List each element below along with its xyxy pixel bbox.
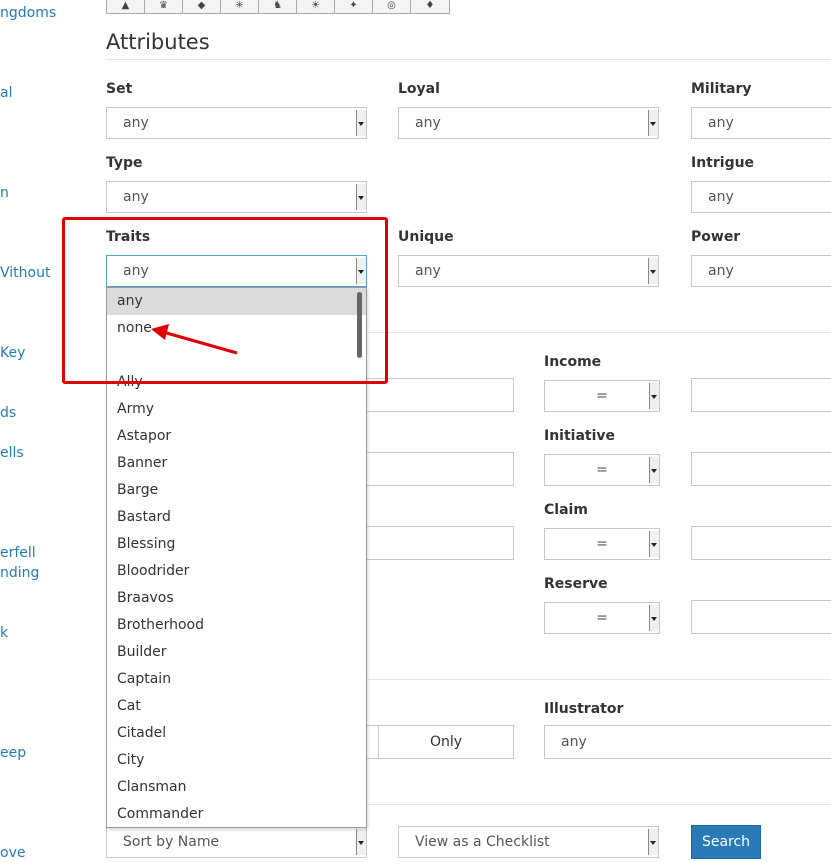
sidebar-link[interactable]: nding [0, 565, 39, 581]
military-label: Military [691, 81, 752, 97]
intrigue-value: any [708, 189, 734, 205]
set-label: Set [106, 81, 133, 97]
initiative-label: Initiative [544, 428, 616, 444]
intrigue-label: Intrigue [691, 155, 755, 171]
chevron-down-icon [649, 605, 659, 631]
chevron-down-icon [648, 258, 658, 284]
reserve-operator[interactable]: = [544, 602, 660, 634]
initiative-operator[interactable]: = [544, 454, 660, 486]
sidebar-link[interactable]: eep [0, 745, 26, 761]
military-value: any [708, 115, 734, 131]
traits-option[interactable]: Commander [107, 801, 366, 827]
chevron-down-icon [648, 829, 658, 855]
power-value: any [708, 263, 734, 279]
unique-value: any [415, 263, 441, 279]
type-value: any [123, 189, 149, 205]
type-select[interactable]: any [106, 181, 367, 213]
claim-operator-value: = [596, 536, 608, 552]
sort-select[interactable]: Sort by Name [106, 826, 367, 858]
unique-select[interactable]: any [398, 255, 659, 287]
sidebar-link[interactable]: ove [0, 845, 25, 861]
traits-option[interactable]: Bastard [107, 504, 366, 531]
illustrator-label: Illustrator [544, 701, 624, 717]
initiative-input[interactable] [691, 452, 831, 486]
claim-input[interactable] [691, 526, 831, 560]
sidebar-link[interactable]: ngdoms [0, 5, 56, 21]
traits-option[interactable]: Bloodrider [107, 558, 366, 585]
loyal-select[interactable]: any [398, 107, 659, 139]
sun-icon[interactable]: ☀ [297, 0, 335, 13]
set-select[interactable]: any [106, 107, 367, 139]
income-label: Income [544, 354, 602, 370]
only-button[interactable]: Only [378, 725, 514, 759]
military-select[interactable]: any [691, 107, 831, 139]
traits-option[interactable]: Brotherhood [107, 612, 366, 639]
sidebar-link[interactable]: Vithout [0, 265, 50, 281]
view-value: View as a Checklist [415, 834, 550, 850]
attributes-heading: Attributes [106, 30, 210, 54]
set-value: any [123, 115, 149, 131]
annotation-arrow-icon [151, 324, 238, 355]
divider [106, 59, 831, 60]
reserve-input[interactable] [691, 600, 831, 634]
traits-option[interactable]: Builder [107, 639, 366, 666]
faction-toolbar: ▲ ♛ ◆ ✳ ♞ ☀ ✦ ◎ ♦ [106, 0, 450, 14]
sword-icon[interactable]: ▲ [107, 0, 145, 13]
sort-value: Sort by Name [123, 834, 220, 850]
income-input[interactable] [691, 378, 831, 412]
search-button[interactable]: Search [691, 825, 761, 859]
power-select[interactable]: any [691, 255, 831, 287]
star-icon[interactable]: ✦ [335, 0, 373, 13]
loyal-label: Loyal [398, 81, 440, 97]
sidebar-link[interactable]: al [0, 85, 12, 101]
view-select[interactable]: View as a Checklist [398, 826, 659, 858]
crown-icon[interactable]: ♛ [145, 0, 183, 13]
income-operator[interactable]: = [544, 380, 660, 412]
type-label: Type [106, 155, 143, 171]
claim-operator[interactable]: = [544, 528, 660, 560]
chevron-down-icon [649, 383, 659, 409]
claim-label: Claim [544, 502, 588, 518]
traits-option[interactable]: Barge [107, 477, 366, 504]
chevron-down-icon [648, 110, 658, 136]
traits-option[interactable]: Citadel [107, 720, 366, 747]
spider-icon[interactable]: ✳ [221, 0, 259, 13]
traits-option[interactable]: Army [107, 396, 366, 423]
reserve-label: Reserve [544, 576, 608, 592]
reserve-operator-value: = [596, 610, 608, 626]
chevron-down-icon [649, 531, 659, 557]
chevron-down-icon [356, 110, 366, 136]
traits-option[interactable]: Banner [107, 450, 366, 477]
traits-option[interactable]: Cat [107, 693, 366, 720]
initiative-operator-value: = [596, 462, 608, 478]
sidebar-link[interactable]: k [0, 625, 8, 641]
income-operator-value: = [596, 388, 608, 404]
sidebar-link[interactable]: ells [0, 445, 24, 461]
traits-option[interactable]: Captain [107, 666, 366, 693]
leaf-icon[interactable]: ◆ [183, 0, 221, 13]
sidebar-link[interactable]: n [0, 185, 9, 201]
traits-option[interactable]: City [107, 747, 366, 774]
traits-option[interactable]: Astapor [107, 423, 366, 450]
power-label: Power [691, 229, 741, 245]
sidebar-link[interactable]: Key [0, 345, 25, 361]
illustrator-input[interactable]: any [544, 725, 831, 759]
intrigue-select[interactable]: any [691, 181, 831, 213]
traits-option[interactable]: Braavos [107, 585, 366, 612]
horse-icon[interactable]: ♞ [259, 0, 297, 13]
sidebar-link[interactable]: ds [0, 405, 16, 421]
chevron-down-icon [649, 457, 659, 483]
sidebar-link[interactable]: erfell [0, 545, 36, 561]
unique-label: Unique [398, 229, 454, 245]
chevron-down-icon [356, 184, 366, 210]
chevron-down-icon [356, 829, 366, 855]
circle-icon[interactable]: ◎ [373, 0, 411, 13]
loyal-value: any [415, 115, 441, 131]
traits-option[interactable]: Clansman [107, 774, 366, 801]
key-icon[interactable]: ♦ [411, 0, 449, 13]
traits-option[interactable]: Blessing [107, 531, 366, 558]
